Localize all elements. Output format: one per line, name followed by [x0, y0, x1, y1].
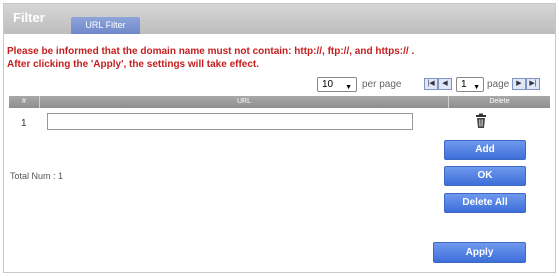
column-header-num: # [22, 98, 26, 105]
per-page-value: 10 [322, 79, 334, 90]
page-select[interactable]: 1 ▼ [456, 77, 484, 92]
add-button[interactable]: Add [444, 140, 526, 160]
delete-all-button[interactable]: Delete All [444, 193, 526, 213]
page-label: page [487, 79, 510, 90]
notice-text: After clicking the 'Apply', the settings… [7, 59, 260, 70]
per-page-select[interactable]: 10 ▼ [317, 77, 357, 92]
page-value: 1 [461, 79, 467, 90]
apply-button[interactable]: Apply [433, 242, 526, 263]
column-header-url: URL [39, 96, 449, 108]
last-page-icon[interactable]: ▶| [526, 78, 540, 90]
trash-icon[interactable] [475, 113, 487, 129]
column-header-delete: Delete [489, 98, 510, 105]
next-page-icon[interactable]: ▶ [512, 78, 526, 90]
notice-text: Please be informed that the domain name … [7, 46, 415, 57]
chevron-down-icon: ▼ [345, 84, 352, 91]
per-page-label: per page [362, 79, 402, 90]
ok-button[interactable]: OK [444, 166, 526, 186]
chevron-down-icon: ▼ [473, 84, 480, 91]
panel-title: Filter [13, 10, 45, 25]
prev-page-icon[interactable]: ◀ [438, 78, 452, 90]
tab-url-filter[interactable]: URL Filter [71, 17, 140, 34]
first-page-icon[interactable]: |◀ [424, 78, 438, 90]
filter-panel: Filter URL Filter [3, 3, 556, 273]
total-count: Total Num : 1 [10, 171, 64, 181]
panel-header: Filter URL Filter [4, 4, 555, 34]
table-header: # URL Delete [9, 96, 550, 108]
row-number: 1 [21, 118, 27, 129]
url-input[interactable] [47, 113, 413, 130]
